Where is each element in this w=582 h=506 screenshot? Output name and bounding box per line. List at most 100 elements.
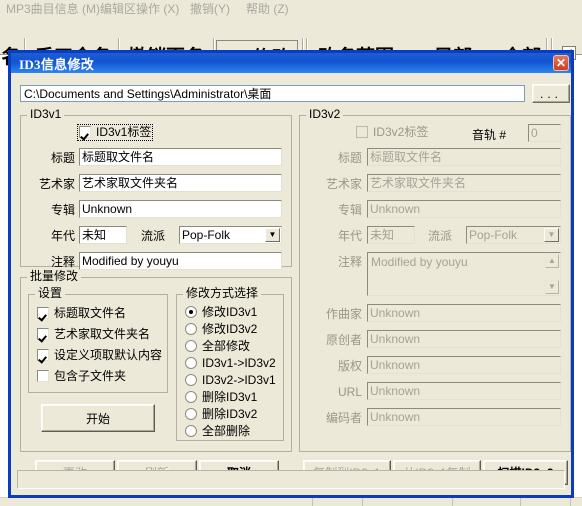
id3v1-artist-input[interactable]: 艺术家取文件夹名 [79, 174, 282, 192]
id3v2-title-label: 标题 [337, 151, 362, 165]
start-button[interactable]: 开始 [41, 404, 155, 432]
mode-label: 全部修改 [202, 339, 251, 353]
mode-radio-modify-id3v1[interactable]: 修改ID3v1 [185, 306, 257, 319]
id3v2-composer-label: 作曲家 [325, 307, 362, 321]
id3v2-album-label: 专辑 [337, 203, 362, 217]
checkbox-box [356, 126, 368, 138]
checkbox-box [79, 126, 91, 138]
id3v1-genre-select[interactable]: Pop-Folk ▼ [179, 226, 282, 244]
menu-item-undo[interactable]: 撤销(Y) [190, 2, 230, 16]
id3v2-copyright-input[interactable]: Unknown [367, 356, 561, 374]
mode-label: 全部删除 [202, 424, 251, 438]
radio-circle [185, 306, 197, 318]
id3v2-genre-select[interactable]: Pop-Folk ▼ [466, 226, 561, 244]
scroll-down-icon[interactable]: ▼ [545, 280, 559, 294]
id3v2-tag-checkbox[interactable]: ID3v2标签 [356, 126, 428, 139]
setting-title-from-filename[interactable]: 标题取文件名 [37, 307, 126, 320]
id3v1-group-label: ID3v1 [27, 108, 65, 121]
id3v1-year-input[interactable]: 未知 [79, 226, 127, 244]
checkbox-box [37, 349, 49, 361]
id3v2-comment-label: 注释 [337, 255, 362, 269]
scroll-up-icon[interactable]: ▲ [545, 254, 559, 268]
radio-circle [185, 323, 197, 335]
close-icon[interactable]: ✕ [553, 55, 569, 71]
mode-radio-delete-id3v2[interactable]: 删除ID3v2 [185, 408, 257, 421]
mode-radio-v2-to-v1[interactable]: ID3v2->ID3v1 [185, 374, 276, 387]
id3v2-genre-label: 流派 [427, 229, 452, 243]
mode-radio-modify-all[interactable]: 全部修改 [185, 340, 250, 353]
id3v1-title-input[interactable]: 标题取文件名 [79, 148, 282, 166]
id3v1-comment-label: 注释 [50, 255, 75, 269]
id3v2-tag-checkbox-label: ID3v2标签 [373, 125, 429, 139]
batch-modify-group-label: 批量修改 [27, 270, 82, 283]
id3v2-artist-input[interactable]: 艺术家取文件夹名 [367, 174, 561, 192]
id3v2-encoder-input[interactable]: Unknown [367, 408, 561, 426]
mode-radio-v1-to-v2[interactable]: ID3v1->ID3v2 [185, 357, 276, 370]
mode-label: 删除ID3v2 [202, 407, 258, 421]
id3v2-original-artist-input[interactable]: Unknown [367, 330, 561, 348]
id3v2-original-artist-label: 原创者 [325, 333, 362, 347]
id3v2-track-label: 音轨 # [472, 128, 507, 142]
id3v1-album-input[interactable]: Unknown [79, 200, 282, 218]
browse-folder-button[interactable]: ... [532, 84, 570, 103]
id3v1-year-label: 年代 [50, 229, 75, 243]
id3v2-title-input[interactable]: 标题取文件名 [367, 148, 561, 166]
modify-mode-group: 修改方式选择 修改ID3v1 修改ID3v2 全部修改 ID3v1->ID3v2… [176, 287, 284, 441]
id3v1-title-label: 标题 [50, 151, 75, 165]
setting-artist-from-folder[interactable]: 艺术家取文件夹名 [37, 328, 150, 341]
id3v2-album-input[interactable]: Unknown [367, 200, 561, 218]
comment-scrollbar[interactable]: ▲ ▼ [545, 254, 559, 294]
id3v2-year-label: 年代 [337, 229, 362, 243]
radio-circle [185, 340, 197, 352]
dialog-title-bar[interactable]: ID3信息修改 ✕ [11, 53, 571, 73]
id3v1-album-label: 专辑 [50, 203, 75, 217]
batch-settings-group-label: 设置 [35, 287, 66, 300]
menu-item-help[interactable]: 帮助 (Z) [246, 2, 289, 16]
menu-item-mp3-info[interactable]: MP3曲目信息 (M) [6, 2, 100, 16]
id3v2-copyright-label: 版权 [337, 359, 362, 373]
mode-label: ID3v1->ID3v2 [202, 356, 276, 370]
chevron-down-icon[interactable]: ▼ [265, 228, 280, 242]
id3v2-track-input[interactable]: 0 [528, 124, 561, 142]
id3v1-comment-input[interactable]: Modified by youyu [79, 252, 282, 270]
mode-radio-delete-id3v1[interactable]: 删除ID3v1 [185, 391, 257, 404]
checkbox-box [37, 370, 49, 382]
folder-path-input[interactable]: C:\Documents and Settings\Administrator\… [20, 85, 525, 102]
id3-edit-dialog: ID3信息修改 ✕ C:\Documents and Settings\Admi… [8, 50, 574, 498]
id3v1-artist-label: 艺术家 [38, 177, 75, 191]
menu-item-edit-area[interactable]: 编辑区操作 (X) [100, 2, 179, 16]
setting-label: 包含子文件夹 [54, 369, 127, 383]
mode-radio-modify-id3v2[interactable]: 修改ID3v2 [185, 323, 257, 336]
chevron-down-icon[interactable]: ▼ [544, 228, 559, 242]
id3v2-composer-input[interactable]: Unknown [367, 304, 561, 322]
id3v2-genre-value: Pop-Folk [469, 228, 518, 242]
checkbox-box [37, 328, 49, 340]
setting-label: 艺术家取文件夹名 [54, 327, 151, 341]
checkbox-box [37, 307, 49, 319]
modify-mode-group-label: 修改方式选择 [183, 287, 262, 300]
radio-circle [185, 357, 197, 369]
mode-radio-delete-all[interactable]: 全部删除 [185, 425, 250, 438]
id3v2-url-label: URL [337, 385, 362, 399]
id3v2-comment-textarea[interactable]: Modified by youyu ▲ ▼ [367, 252, 561, 296]
batch-settings-group: 设置 标题取文件名 艺术家取文件夹名 设定义项取默认内容 包含子文件夹 [28, 287, 168, 393]
setting-label: 标题取文件名 [54, 306, 127, 320]
id3v1-genre-label: 流派 [140, 229, 165, 243]
menu-bar: MP3曲目信息 (M) 编辑区操作 (X) 撤销(Y) 帮助 (Z) [0, 0, 582, 19]
id3v1-tag-checkbox[interactable]: ID3v1标签 [76, 124, 154, 141]
radio-circle [185, 391, 197, 403]
id3v1-genre-value: Pop-Folk [182, 228, 231, 242]
id3v2-url-input[interactable]: Unknown [367, 382, 561, 400]
setting-default-content[interactable]: 设定义项取默认内容 [37, 349, 162, 362]
radio-circle [185, 374, 197, 386]
id3v2-group-label: ID3v2 [306, 108, 344, 121]
radio-circle [185, 408, 197, 420]
id3v2-year-input[interactable]: 未知 [367, 226, 415, 244]
setting-label: 设定义项取默认内容 [54, 348, 163, 362]
setting-include-subfolders[interactable]: 包含子文件夹 [37, 370, 126, 383]
mode-label: 修改ID3v1 [202, 305, 258, 319]
id3v1-group: ID3v1 ID3v1标签 标题 标题取文件名 艺术家 艺术家取文件夹名 专辑 … [20, 108, 292, 270]
dialog-bottom-panel [17, 470, 565, 489]
mode-label: 删除ID3v1 [202, 390, 258, 404]
dialog-body: C:\Documents and Settings\Administrator\… [11, 73, 571, 495]
